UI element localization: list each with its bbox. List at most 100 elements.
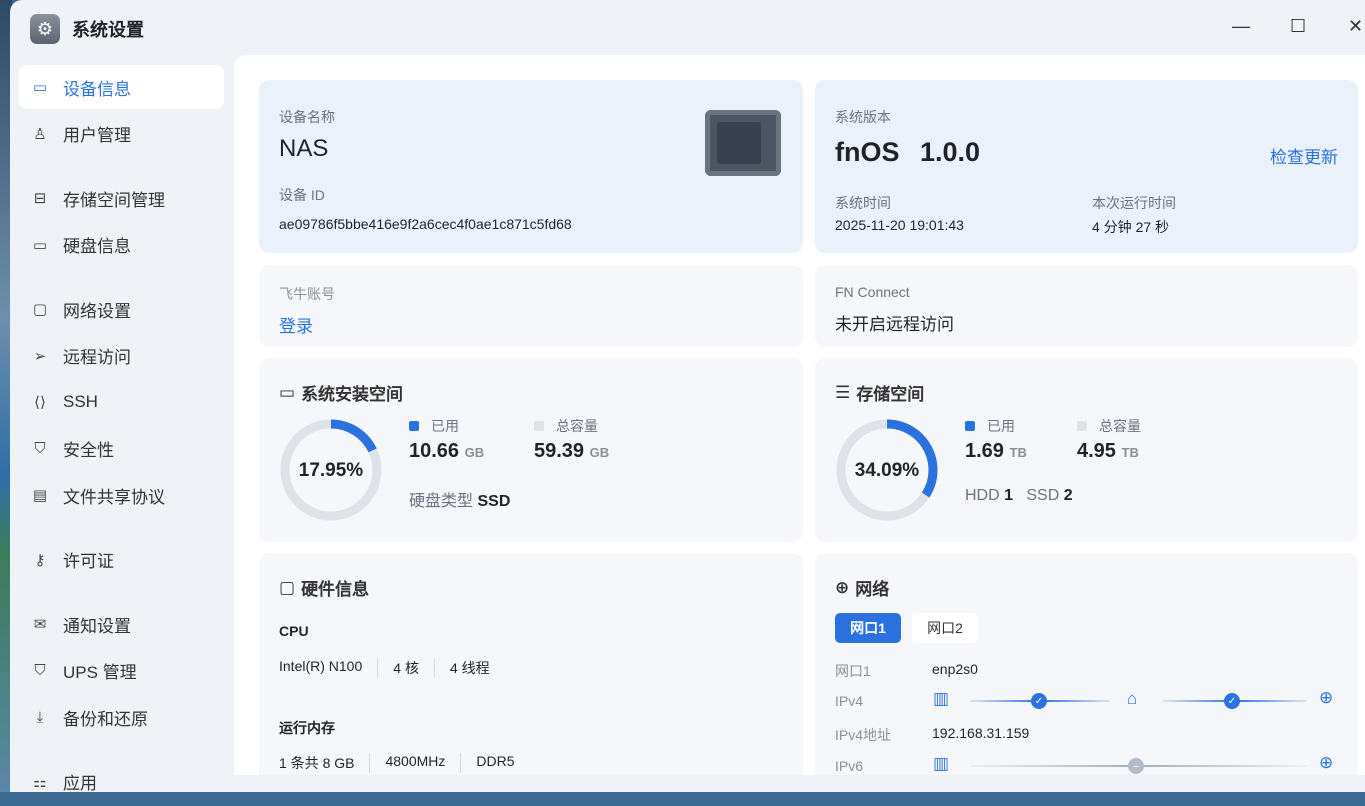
nas-icon: ▥ xyxy=(933,689,950,708)
storage-percent: 34.09% xyxy=(854,460,920,481)
sidebar-item-12[interactable]: ⤓ 备份和还原 xyxy=(19,695,224,739)
storage-icon: ☰ xyxy=(835,382,851,402)
account-card: 飞牛账号 登录 xyxy=(259,265,803,347)
os-version: 1.0.0 xyxy=(920,137,981,167)
sidebar-item-label: 设备信息 xyxy=(63,79,131,99)
ssd-count: 2 xyxy=(1063,487,1073,504)
sidebar-item-4[interactable]: ▢ 网络设置 xyxy=(19,287,224,331)
sidebar-item-13[interactable]: ⚏ 应用 xyxy=(19,760,224,804)
ipv6-label: IPv6 xyxy=(835,758,864,774)
network-card: ⊕ 网络 网口1 网口2 网口1 enp2s0 IPv4 ▥ ✓ ⌂ ✓ ⊕ IP… xyxy=(815,553,1358,775)
sidebar-item-label: 备份和还原 xyxy=(63,709,148,729)
os-name: fnOS xyxy=(835,137,900,167)
total-value: 4.95 xyxy=(1077,440,1116,462)
internet-globe-icon: ⊕ xyxy=(1319,753,1334,772)
fn-connect-status: 未开启远程访问 xyxy=(835,315,954,334)
sidebar-item-2[interactable]: ⊟ 存储空间管理 xyxy=(19,176,224,220)
system-space-title: 系统安装空间 xyxy=(301,385,404,404)
sidebar-item-11[interactable]: ⛉ UPS 管理 xyxy=(19,649,224,693)
total-label: 总容量 xyxy=(556,418,598,434)
tab-port-2[interactable]: 网口2 xyxy=(912,613,978,643)
disconnected-icon: – xyxy=(1128,758,1144,774)
cpu-cores: 4 核 xyxy=(377,658,434,678)
fn-connect-card: FN Connect 未开启远程访问 xyxy=(815,265,1358,347)
network-icon: ▢ xyxy=(32,301,48,318)
port-label: 网口1 xyxy=(835,663,871,679)
uptime: 4 分钟 27 秒 xyxy=(1092,219,1170,235)
memory-type: DDR5 xyxy=(460,753,529,773)
ssd-label: SSD xyxy=(1026,487,1060,504)
ipv4-address: 192.168.31.159 xyxy=(932,725,1030,741)
sidebar-item-5[interactable]: ➢ 远程访问 xyxy=(19,334,224,378)
used-label: 已用 xyxy=(987,418,1015,434)
cpu-info: Intel(R) N100 4 核4 线程 xyxy=(279,658,505,678)
sidebar-item-3[interactable]: ▭ 硬盘信息 xyxy=(19,223,224,267)
sidebar-item-1[interactable]: ♙ 用户管理 xyxy=(19,112,224,156)
main-panel: 设备名称 NAS 设备 ID ae09786f5bbe416e9f2a6cec4… xyxy=(234,55,1365,775)
total-unit: GB xyxy=(589,445,610,460)
sidebar-item-0[interactable]: ▭ 设备信息 xyxy=(19,65,224,109)
tab-port-1[interactable]: 网口1 xyxy=(835,613,901,643)
chip-icon: ▢ xyxy=(279,577,296,597)
memory-label: 运行内存 xyxy=(279,720,335,736)
hardware-title: 硬件信息 xyxy=(301,580,370,599)
memory-info: 1 条共 8 GB 4800MHz DDR5 xyxy=(279,753,530,773)
used-value: 10.66 xyxy=(409,440,460,462)
cpu-model: Intel(R) N100 xyxy=(279,658,363,674)
system-version-card: 系统版本 fnOS 1.0.0 检查更新 系统时间 2025-11-20 19:… xyxy=(815,80,1358,253)
sidebar-item-10[interactable]: ✉ 通知设置 xyxy=(19,602,224,646)
network-title: 网络 xyxy=(855,580,890,599)
ipv4-label: IPv4 xyxy=(835,693,864,709)
disk-icon: ▭ xyxy=(32,236,48,254)
close-button[interactable]: ✕ xyxy=(1348,16,1363,37)
device-name-label: 设备名称 xyxy=(279,109,335,125)
sidebar-item-6[interactable]: ⟨⟩ SSH xyxy=(19,380,224,424)
hdd-count: 1 xyxy=(1004,487,1014,504)
key-icon: ⚷ xyxy=(34,551,46,569)
sidebar-item-label: 文件共享协议 xyxy=(63,487,165,507)
version-label: 系统版本 xyxy=(835,109,891,125)
disk-type-label: 硬盘类型 xyxy=(409,493,474,510)
login-link[interactable]: 登录 xyxy=(279,312,313,337)
drive-icon: ▭ xyxy=(279,382,296,402)
storage-title: 存储空间 xyxy=(856,385,925,404)
sidebar-item-9[interactable]: ⚷ 许可证 xyxy=(19,538,224,582)
file-icon: ▤ xyxy=(32,487,48,504)
sidebar-item-label: SSH xyxy=(63,392,98,411)
hardware-card: ▢ 硬件信息 CPU Intel(R) N100 4 核4 线程 运行内存 1 条共… xyxy=(259,553,803,775)
memory-speed: 4800MHz xyxy=(369,753,460,773)
settings-gear-icon: ⚙ xyxy=(30,14,60,44)
shield-icon: ⛉ xyxy=(34,440,46,457)
minimize-button[interactable]: — xyxy=(1232,16,1250,37)
send-icon: ➢ xyxy=(33,347,47,365)
storage-card: ☰ 存储空间 34.09% 已用 1.69 TB 总容量 4.95 TB HDD … xyxy=(815,358,1358,542)
sidebar-item-label: 许可证 xyxy=(63,552,114,571)
router-icon: ⌂ xyxy=(1127,689,1138,708)
used-value: 1.69 xyxy=(965,440,1004,462)
system-time-label: 系统时间 xyxy=(835,195,891,211)
used-unit: TB xyxy=(1009,445,1027,460)
nas-icon: ▥ xyxy=(933,754,950,773)
check-icon: ✓ xyxy=(1031,693,1047,709)
total-label: 总容量 xyxy=(1099,418,1141,434)
check-update-link[interactable]: 检查更新 xyxy=(1270,143,1338,168)
fn-connect-label: FN Connect xyxy=(835,284,910,300)
sidebar-item-7[interactable]: ⛉ 安全性 xyxy=(19,427,224,471)
cpu-threads: 4 线程 xyxy=(433,658,505,678)
sidebar-item-label: 安全性 xyxy=(63,441,114,460)
total-value: 59.39 xyxy=(534,440,585,462)
nas-device-icon xyxy=(705,110,781,176)
globe-icon: ⊕ xyxy=(835,577,850,597)
device-name: NAS xyxy=(279,135,329,162)
mail-icon: ✉ xyxy=(33,616,47,633)
sidebar-item-label: 网络设置 xyxy=(63,301,131,321)
system-space-card: ▭ 系统安装空间 17.95% 已用 10.66 GB 总容量 59.39 GB … xyxy=(259,358,803,542)
used-label: 已用 xyxy=(431,418,459,434)
sidebar-item-label: 应用 xyxy=(63,774,97,793)
apps-icon: ⚏ xyxy=(33,773,47,791)
settings-window: ⚙ 系统设置 — ☐ ✕ ▭ 设备信息 ♙ 用户管理 ⊟ 存储空间管理 ▭ 硬盘信息 ▢ 网络设置… xyxy=(10,0,1365,793)
check-icon: ✓ xyxy=(1224,693,1240,709)
sidebar-item-label: 存储空间管理 xyxy=(63,190,165,210)
sidebar-item-8[interactable]: ▤ 文件共享协议 xyxy=(19,473,224,517)
maximize-button[interactable]: ☐ xyxy=(1290,16,1306,37)
